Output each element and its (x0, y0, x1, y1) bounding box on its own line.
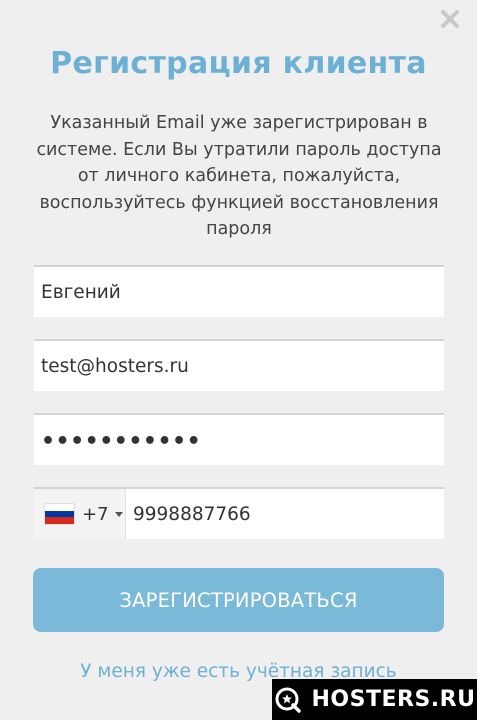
chevron-down-icon (114, 511, 123, 517)
error-message: Указанный Email уже зарегистрирован в си… (36, 113, 442, 239)
russia-flag-icon (45, 504, 74, 525)
phone-number-value: 9998887766 (133, 503, 251, 525)
phone-field[interactable]: +7 9998887766 (34, 487, 444, 539)
password-value: ••••••••••• (41, 428, 202, 454)
dialog-title: Регистрация клиента (50, 46, 427, 81)
register-button[interactable]: ЗАРЕГИСТРИРОВАТЬСЯ (33, 568, 444, 632)
close-icon[interactable] (437, 6, 463, 32)
email-field[interactable]: test@hosters.ru (34, 339, 444, 391)
name-field[interactable]: Евгений (34, 265, 444, 317)
password-field[interactable]: ••••••••••• (34, 413, 444, 465)
watermark-text: HOSTERS.RU (311, 687, 476, 712)
country-selector[interactable]: +7 (34, 489, 126, 539)
email-value: test@hosters.ru (41, 355, 189, 377)
hosters-watermark: HOSTERS.RU (272, 679, 477, 720)
name-value: Евгений (41, 281, 121, 303)
hosters-logo-icon (275, 687, 301, 713)
dial-code: +7 (82, 503, 109, 525)
